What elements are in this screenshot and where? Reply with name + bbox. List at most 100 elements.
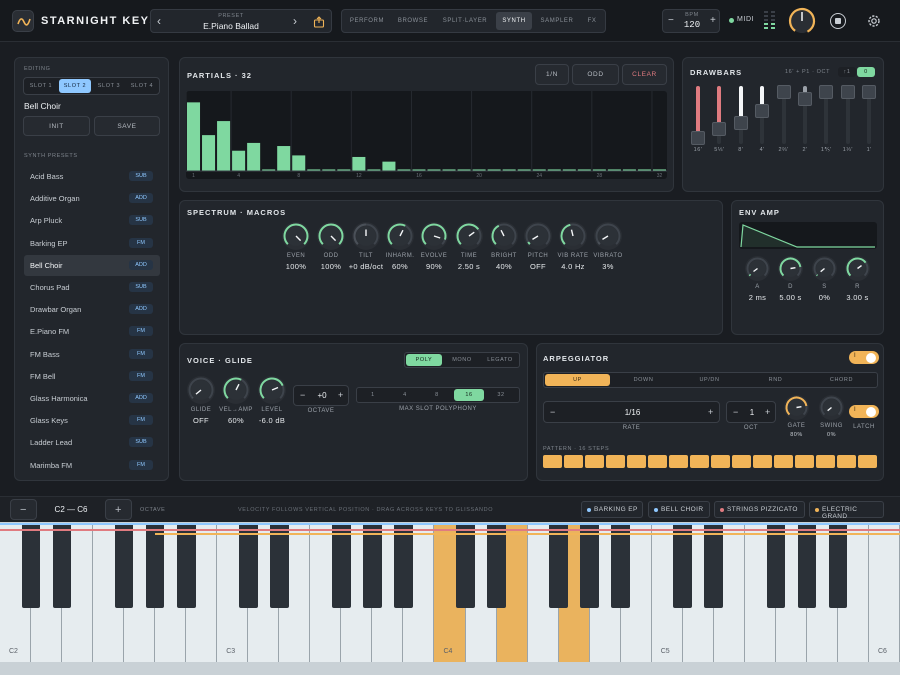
drawbar-handle[interactable] — [755, 104, 770, 119]
layer-chip[interactable]: STRINGS PIZZICATO — [714, 501, 805, 518]
black-key[interactable] — [363, 523, 382, 608]
macro-time-knob[interactable] — [455, 222, 483, 250]
black-key[interactable] — [580, 523, 599, 608]
partial-bar[interactable] — [292, 155, 306, 171]
next-preset-button[interactable]: › — [293, 14, 297, 28]
polyphony-option-4[interactable]: 4 — [390, 389, 420, 401]
drawbars-octave-up-button[interactable]: ↑1 — [838, 67, 856, 77]
arp-step[interactable] — [753, 455, 772, 468]
macro-bright-knob[interactable] — [490, 222, 518, 250]
black-key[interactable] — [456, 523, 475, 608]
env-d-knob[interactable] — [778, 256, 803, 281]
arp-oct-increase-button[interactable]: + — [765, 407, 770, 417]
black-key[interactable] — [611, 523, 630, 608]
black-key[interactable] — [52, 523, 72, 608]
tab-synth[interactable]: SYNTH — [496, 12, 532, 30]
tab-browse[interactable]: BROWSE — [392, 13, 434, 29]
polyphony-option-32[interactable]: 32 — [486, 389, 516, 401]
partial-bar[interactable] — [277, 146, 291, 171]
arp-step[interactable] — [585, 455, 604, 468]
partial-bar[interactable] — [217, 121, 231, 171]
arp-step[interactable] — [690, 455, 709, 468]
env-a-knob[interactable] — [745, 256, 770, 281]
partials-chart[interactable]: 1 4 8 12 16 20 24 28 32 — [185, 91, 667, 179]
black-key[interactable] — [549, 523, 568, 608]
macro-inharm-knob[interactable] — [386, 222, 414, 250]
arp-step[interactable] — [606, 455, 625, 468]
white-key[interactable] — [868, 523, 900, 662]
voice-vel-amp-knob[interactable] — [222, 376, 250, 404]
settings-gear-icon[interactable] — [866, 13, 882, 29]
preset-selector[interactable]: ‹ PRESET E.Piano Ballad › — [150, 9, 332, 33]
black-key[interactable] — [673, 523, 693, 608]
partial-bar[interactable] — [202, 135, 216, 171]
black-key[interactable] — [704, 523, 724, 608]
layer-chip[interactable]: BARKING EP — [581, 501, 643, 518]
arp-step[interactable] — [669, 455, 688, 468]
tab-split-layer[interactable]: SPLIT·LAYER — [438, 13, 492, 29]
black-key[interactable] — [828, 523, 848, 608]
partial-bar[interactable] — [352, 156, 366, 171]
drawbar-handle[interactable] — [691, 131, 705, 146]
voice-level-knob[interactable] — [258, 376, 286, 404]
slot-2-button[interactable]: SLOT 2 — [59, 79, 91, 93]
keyboard-octave-down-button[interactable]: − — [10, 499, 37, 520]
polyphony-option-1[interactable]: 1 — [358, 389, 388, 401]
keyboard-octave-up-button[interactable]: + — [105, 499, 132, 520]
black-key[interactable] — [332, 523, 351, 608]
drawbar-handle[interactable] — [798, 91, 812, 106]
arp-rate-increase-button[interactable]: + — [708, 407, 713, 417]
black-key[interactable] — [176, 523, 196, 608]
macro-vibrato-knob[interactable] — [594, 222, 622, 250]
black-key[interactable] — [766, 523, 786, 608]
partial-bar[interactable] — [382, 161, 396, 171]
tempo-increase-button[interactable]: + — [710, 15, 716, 26]
arp-swing-knob[interactable] — [819, 395, 844, 420]
arp-enable-toggle[interactable]: I — [849, 351, 879, 364]
save-button[interactable]: SAVE — [94, 116, 160, 136]
layer-chip[interactable]: ELECTRIC GRAND — [809, 501, 884, 520]
polyphony-option-8[interactable]: 8 — [422, 389, 452, 401]
drawbar-handle[interactable] — [862, 84, 877, 99]
partial-bar[interactable] — [232, 150, 246, 171]
slot-1-button[interactable]: SLOT 1 — [25, 79, 57, 93]
drawbar-handle[interactable] — [733, 115, 748, 130]
record-button[interactable] — [830, 13, 846, 29]
polyphony-option-16[interactable]: 16 — [454, 389, 484, 401]
latch-toggle[interactable]: I — [849, 405, 879, 418]
partials-1n-button[interactable]: 1/N — [535, 64, 569, 85]
drawbar-handle[interactable] — [776, 84, 791, 99]
macro-vib-rate-knob[interactable] — [559, 222, 587, 250]
macro-pitch-knob[interactable] — [524, 222, 552, 250]
tab-sampler[interactable]: SAMPLER — [536, 13, 578, 29]
arp-step[interactable] — [648, 455, 667, 468]
macro-evolve-knob[interactable] — [420, 222, 448, 250]
arp-gate-knob[interactable] — [784, 395, 809, 420]
env-s-knob[interactable] — [812, 256, 837, 281]
arp-step[interactable] — [564, 455, 583, 468]
arp-step[interactable] — [795, 455, 814, 468]
black-key[interactable] — [270, 523, 289, 608]
octave-increase-button[interactable]: + — [338, 390, 343, 400]
drawbars-octave-reset-button[interactable]: 0 — [857, 67, 875, 77]
arp-mode-up[interactable]: UP — [545, 374, 610, 386]
partials-editor[interactable]: 1 4 8 12 16 20 24 28 32 — [185, 91, 667, 179]
arp-mode-down[interactable]: DOWN — [611, 374, 676, 386]
save-preset-icon[interactable] — [313, 15, 325, 28]
partials-odd-button[interactable]: ODD — [572, 64, 619, 85]
arp-step[interactable] — [837, 455, 856, 468]
arp-mode-rnd[interactable]: RND — [743, 374, 808, 386]
slot-4-button[interactable]: SLOT 4 — [126, 79, 158, 93]
arp-step[interactable] — [774, 455, 793, 468]
voice-mode-legato[interactable]: LEGATO — [482, 354, 518, 366]
voice-mode-mono[interactable]: MONO — [444, 354, 480, 366]
arp-mode-updn[interactable]: UP/DN — [677, 374, 742, 386]
arp-step[interactable] — [816, 455, 835, 468]
black-key[interactable] — [238, 523, 258, 608]
drawbar-handle[interactable] — [712, 121, 727, 136]
black-key[interactable] — [145, 523, 165, 608]
black-key[interactable] — [21, 523, 41, 608]
init-button[interactable]: INIT — [23, 116, 90, 136]
black-key[interactable] — [797, 523, 817, 608]
macro-odd-knob[interactable] — [317, 222, 345, 250]
